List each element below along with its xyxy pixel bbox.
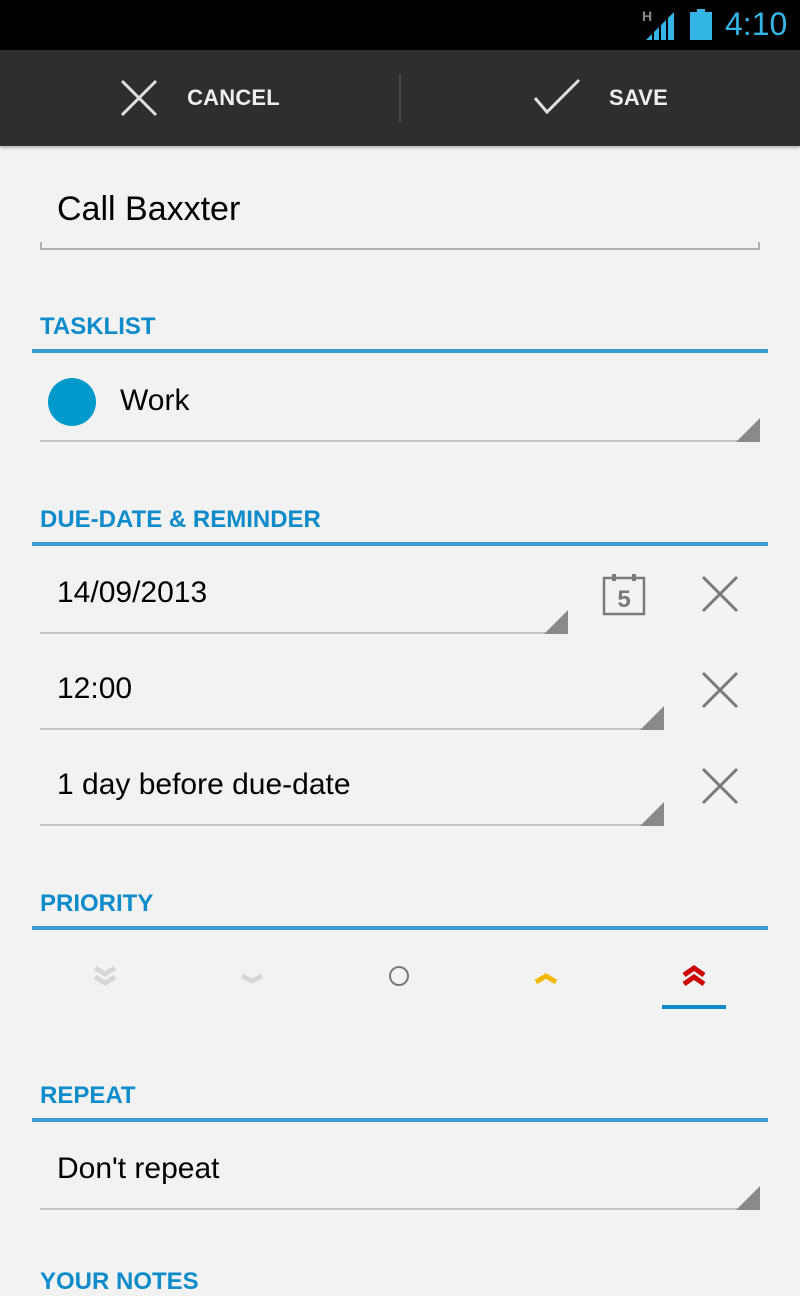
dropdown-triangle-icon [640,802,664,826]
reminder-value: 1 day before due-date [57,768,351,801]
section-tasklist: TASKLIST [32,313,768,353]
spinner-underline [40,440,760,442]
tasklist-spinner[interactable]: Work [40,382,760,442]
priority-high[interactable] [506,940,586,1012]
section-tasklist-title: TASKLIST [40,313,156,340]
close-icon [701,767,739,805]
section-notes-title: YOUR NOTES [40,1268,199,1295]
clear-due-date-button[interactable] [692,566,748,622]
save-label: SAVE [608,85,669,110]
section-repeat: REPEAT [32,1082,768,1122]
cancel-label: CANCEL [187,85,280,110]
cancel-button[interactable]: CANCEL [0,50,399,146]
clear-due-time-button[interactable] [692,662,748,718]
close-icon [701,575,739,613]
dropdown-triangle-icon [736,1186,760,1210]
section-repeat-title: REPEAT [40,1082,136,1109]
chevron-up-icon [534,973,558,985]
priority-lowest[interactable] [65,940,145,1012]
section-rule [32,349,768,353]
spinner-underline [40,1208,760,1210]
section-rule [32,542,768,546]
priority-normal[interactable] [359,940,439,1012]
battery-icon [690,9,712,40]
repeat-spinner[interactable]: Don't repeat [40,1150,760,1210]
status-bar: H 4:10 [0,0,800,50]
dropdown-triangle-icon [640,706,664,730]
section-priority-title: PRIORITY [40,890,154,917]
priority-selector [32,940,768,1020]
clear-reminder-button[interactable] [692,758,748,814]
signal-icon [646,12,674,40]
save-button[interactable]: SAVE [401,50,800,146]
spinner-underline [40,824,664,826]
section-due-date-title: DUE-DATE & REMINDER [40,506,321,533]
due-date-value: 14/09/2013 [57,576,208,609]
calendar-day: 5 [617,586,630,613]
spinner-underline [40,632,568,634]
dropdown-triangle-icon [544,610,568,634]
priority-selected-indicator [662,1005,726,1009]
tasklist-value: Work [120,384,190,417]
calendar-button[interactable]: 5 [596,566,652,622]
circle-icon [389,966,409,986]
task-title-value: Call Baxxter [57,190,241,228]
section-due-date-reminder: DUE-DATE & REMINDER [32,506,768,546]
dropdown-triangle-icon [736,418,760,442]
task-title-input[interactable]: Call Baxxter [40,180,760,250]
reminder-spinner[interactable]: 1 day before due-date [40,766,664,826]
check-icon [533,78,581,115]
title-underline [40,242,760,250]
due-date-spinner[interactable]: 14/09/2013 [40,574,568,634]
repeat-value: Don't repeat [57,1152,220,1185]
close-icon [701,671,739,709]
priority-low[interactable] [212,940,292,1012]
chevron-down-icon [240,973,264,984]
double-chevron-down-icon [93,965,117,986]
section-rule [32,1118,768,1122]
clock: 4:10 [725,6,788,42]
calendar-icon: 5 [602,574,646,616]
priority-highest[interactable] [654,940,734,1012]
section-priority: PRIORITY [32,890,768,930]
due-time-value: 12:00 [57,672,133,705]
double-chevron-up-icon [682,964,706,987]
action-bar: CANCEL SAVE [0,50,800,146]
close-icon [121,79,158,117]
section-rule [32,926,768,930]
tasklist-color-dot [48,378,96,426]
spinner-underline [40,728,664,730]
due-time-spinner[interactable]: 12:00 [40,670,664,730]
